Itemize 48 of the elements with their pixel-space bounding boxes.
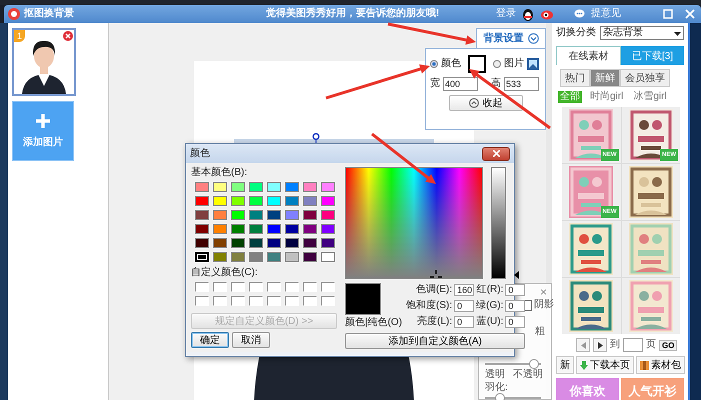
field-label: 绿(G): [476,300,504,312]
filter-tag[interactable]: 时尚girl [588,91,626,103]
go-button[interactable]: GO [659,340,678,350]
window-title: 抠图换背景 [24,8,74,20]
add-custom-color-button[interactable]: 添加到自定义颜色(A) [345,333,526,349]
collapse-button[interactable]: 收起 [448,95,522,111]
value-input[interactable]: 0 [505,284,526,296]
field-label: 亮度(L): [417,316,452,328]
field-label: 红(R): [476,284,504,296]
to-label: 到 [610,339,620,351]
thickness-label: 粗 [535,326,545,338]
custom-colors-label: 自定义颜色(C): [191,267,259,279]
category-label: 切换分类 [556,27,596,39]
preview-label: 颜色|纯色(O) [345,317,402,329]
value-input[interactable]: 0 [505,316,526,328]
width-input[interactable]: 400 [443,77,478,91]
tab[interactable]: 在线素材 [556,46,621,65]
slogan: 觉得美图秀秀好用，要告诉您的朋友哦! [266,8,440,20]
newest-button[interactable]: 新 [556,356,574,374]
value-input[interactable]: 0 [454,316,474,328]
value-input[interactable]: 0 [454,300,474,312]
basic-colors-label: 基本颜色(B): [191,167,248,179]
ok-button[interactable]: 确定 [191,332,229,348]
image-option-label: 图片 [504,58,524,70]
field-label: 色调(E): [416,284,452,296]
sub-tab[interactable]: 热门 [560,69,590,87]
width-label: 宽 [430,78,440,90]
field-label: 饱和度(S): [406,300,452,312]
field-label: 蓝(U): [476,316,504,328]
sub-tab[interactable]: 新鲜 [590,69,620,87]
number-badge: 1 [14,30,26,42]
max-label: 不透明 [513,369,543,381]
background-settings-tab[interactable]: 背景设置 [476,28,546,48]
dialog-title: 颜色 [190,148,210,160]
min-label: 透明 [485,369,505,381]
color-option-label: 颜色 [441,58,461,70]
feather-label: 羽化: [485,382,508,394]
material-pack-button[interactable]: 素材包 [636,356,685,374]
sub-tab[interactable]: 会员独享 [620,69,670,87]
value-input[interactable]: 0 [505,300,526,312]
cancel-button[interactable]: 取消 [232,332,270,348]
shadow-label: 阴影 [534,299,554,311]
category-dropdown[interactable]: 杂志背景 [600,26,684,40]
filter-tag[interactable]: 冰雪girl [631,91,669,103]
height-input[interactable]: 533 [504,77,539,91]
value-input[interactable]: 160 [454,284,474,296]
download-page-button[interactable]: 下载本页 [576,356,634,374]
page-label: 页 [646,339,656,351]
